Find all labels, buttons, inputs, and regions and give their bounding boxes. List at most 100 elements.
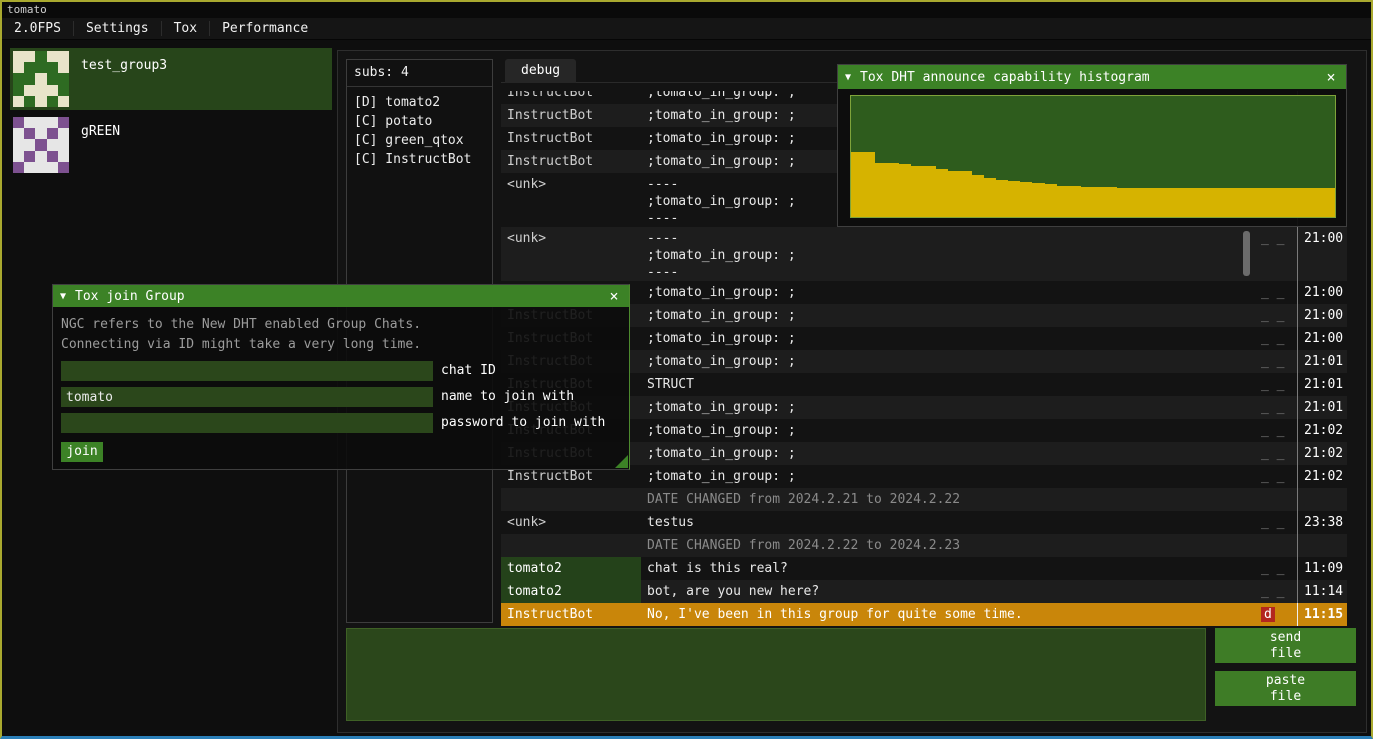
histogram-bar — [899, 164, 911, 217]
avatar-pixel — [13, 151, 24, 162]
subs-list-item[interactable]: [C] potato — [347, 112, 492, 131]
avatar-pixel — [35, 128, 46, 139]
message-input[interactable] — [346, 628, 1206, 721]
histogram-bar — [936, 169, 948, 217]
avatar-pixel — [35, 85, 46, 96]
join-password-input[interactable] — [61, 413, 433, 433]
chat-id-input[interactable] — [61, 361, 433, 381]
window-titlebar[interactable]: tomato — [2, 2, 1371, 18]
histogram-bar — [1238, 188, 1250, 217]
message-time — [1297, 488, 1347, 511]
histogram-bar — [1250, 188, 1262, 217]
histogram-bar — [1311, 188, 1323, 217]
avatar-pixel — [13, 85, 24, 96]
join-window-titlebar[interactable]: ▼ Tox join Group × — [53, 285, 629, 307]
message-status: _ _ — [1261, 373, 1297, 396]
message-time: 11:15 — [1297, 603, 1347, 626]
histogram-bar — [1226, 188, 1238, 217]
message-time: 21:02 — [1297, 465, 1347, 488]
collapse-arrow-icon[interactable]: ▼ — [60, 291, 66, 302]
tab-debug[interactable]: debug — [505, 59, 576, 83]
avatar-pixel — [47, 85, 58, 96]
join-button[interactable]: join — [61, 442, 103, 462]
message-status: _ _ — [1261, 511, 1297, 534]
contact-row-gREEN[interactable]: gREEN — [10, 114, 332, 176]
avatar-pixel — [24, 85, 35, 96]
message-time: 23:38 — [1297, 511, 1347, 534]
close-icon[interactable]: × — [1323, 69, 1339, 85]
avatar-pixel — [35, 73, 46, 84]
message-time: 21:00 — [1297, 227, 1347, 281]
message-time: 21:01 — [1297, 373, 1347, 396]
subs-list-item[interactable]: [C] InstructBot — [347, 150, 492, 169]
avatar-pixel — [58, 73, 69, 84]
message-sender: InstructBot — [501, 127, 641, 150]
avatar-pixel — [58, 139, 69, 150]
menu-item-tox[interactable]: Tox — [162, 18, 209, 39]
histogram-bar — [1008, 181, 1020, 217]
avatar-pixel — [24, 162, 35, 173]
subs-list-item[interactable]: [C] green_qtox — [347, 131, 492, 150]
menu-item-performance[interactable]: Performance — [210, 18, 320, 39]
menu-item-settings[interactable]: Settings — [74, 18, 161, 39]
message-row[interactable]: tomato2bot, are you new here?_ _11:14 — [501, 580, 1347, 603]
histogram-bar — [1323, 188, 1335, 217]
avatar-pixel — [13, 117, 24, 128]
histogram-bar — [1141, 188, 1153, 217]
message-text: ;tomato_in_group: ; — [641, 442, 1261, 465]
histogram-window-title: Tox DHT announce capability histogram — [860, 70, 1323, 85]
avatar-pixel — [35, 62, 46, 73]
histogram-bar — [1214, 188, 1226, 217]
resize-grip[interactable] — [615, 455, 628, 468]
window-title: tomato — [7, 3, 47, 16]
message-text: testus — [641, 511, 1261, 534]
avatar-pixel — [13, 62, 24, 73]
message-text: ;tomato_in_group: ; — [641, 281, 1261, 304]
histogram-bar — [1165, 188, 1177, 217]
histogram-bar — [1020, 182, 1032, 217]
close-icon[interactable]: × — [606, 288, 622, 304]
message-row[interactable]: tomato2chat is this real?_ _11:09 — [501, 557, 1347, 580]
message-row[interactable]: <unk>testus_ _23:38 — [501, 511, 1347, 534]
app-window: tomato 2.0FPS Settings Tox Performance t… — [0, 0, 1373, 739]
message-time: 21:01 — [1297, 396, 1347, 419]
contact-row-test_group3[interactable]: test_group3 — [10, 48, 332, 110]
histogram-bar — [972, 175, 984, 217]
avatar-pixel — [58, 85, 69, 96]
join-description-line: Connecting via ID might take a very long… — [61, 335, 621, 355]
avatar-pixel — [24, 139, 35, 150]
chat-scrollbar-thumb[interactable] — [1243, 231, 1250, 276]
histogram-bar — [1081, 187, 1093, 217]
histogram-bar — [1190, 188, 1202, 217]
chat-id-label: chat ID — [441, 361, 496, 381]
histogram-bar — [1117, 188, 1129, 217]
subs-list-item[interactable]: [D] tomato2 — [347, 93, 492, 112]
message-sender — [501, 534, 641, 557]
avatar-pixel — [35, 117, 46, 128]
avatar-pixel — [35, 96, 46, 107]
paste-file-button[interactable]: paste file — [1215, 671, 1356, 706]
histogram-bar — [1093, 187, 1105, 217]
message-time: 21:02 — [1297, 442, 1347, 465]
message-text: ;tomato_in_group: ; — [641, 396, 1261, 419]
histogram-bar — [875, 163, 887, 217]
histogram-bar — [1105, 187, 1117, 217]
contact-avatar — [13, 117, 69, 173]
join-name-input[interactable] — [61, 387, 433, 407]
send-file-button[interactable]: send file — [1215, 628, 1356, 663]
message-row[interactable]: InstructBotNo, I've been in this group f… — [501, 603, 1347, 626]
avatar-pixel — [58, 128, 69, 139]
message-sender: InstructBot — [501, 104, 641, 127]
date-divider-row: DATE CHANGED from 2024.2.22 to 2024.2.23 — [501, 534, 1347, 557]
histogram-plot — [850, 95, 1336, 218]
chat-id-row: chat ID — [61, 361, 621, 381]
message-row[interactable]: <unk>---- ;tomato_in_group: ; ----_ _21:… — [501, 227, 1347, 281]
avatar-pixel — [35, 162, 46, 173]
collapse-arrow-icon[interactable]: ▼ — [845, 72, 851, 83]
histogram-window-titlebar[interactable]: ▼ Tox DHT announce capability histogram … — [838, 65, 1346, 89]
message-text: bot, are you new here? — [641, 580, 1261, 603]
histogram-bar — [1057, 186, 1069, 217]
avatar-pixel — [24, 73, 35, 84]
message-status: _ _ — [1261, 557, 1297, 580]
join-group-window: ▼ Tox join Group × NGC refers to the New… — [52, 284, 630, 470]
